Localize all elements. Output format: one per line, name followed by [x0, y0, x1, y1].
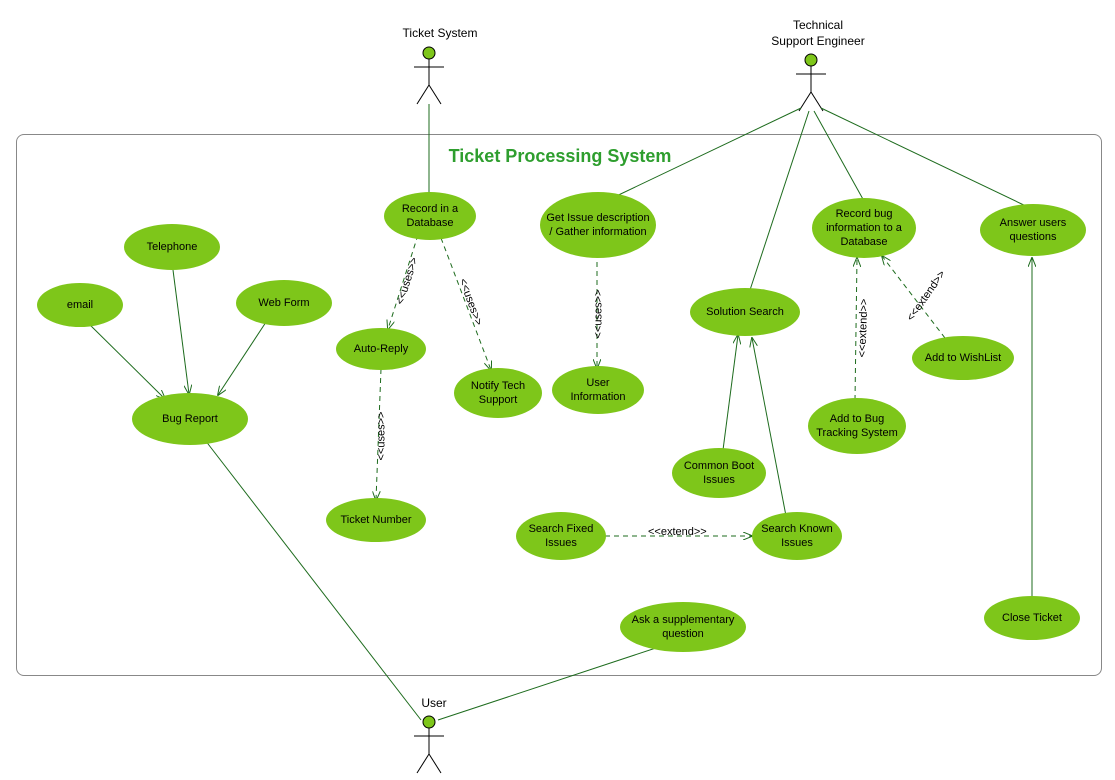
actor-ticket-system-icon	[414, 47, 444, 104]
use-case-common-boot: Common Boot Issues	[672, 448, 766, 498]
use-case-ticket-number: Ticket Number	[326, 498, 426, 542]
use-case-close-ticket: Close Ticket	[984, 596, 1080, 640]
actor-support-engineer-icon	[796, 54, 826, 111]
actor-support-line1: Technical	[793, 18, 843, 32]
use-case-add-wishlist: Add to WishList	[912, 336, 1014, 380]
actor-support-engineer-label: Technical Support Engineer	[758, 18, 878, 49]
label-extend-1: <<extend>>	[648, 526, 707, 538]
actor-user-label: User	[404, 696, 464, 712]
use-case-telephone: Telephone	[124, 224, 220, 270]
use-case-record-db: Record in a Database	[384, 192, 476, 240]
actor-user-icon	[414, 716, 444, 773]
use-case-solution-search: Solution Search	[690, 288, 800, 336]
use-case-auto-reply: Auto-Reply	[336, 328, 426, 370]
use-case-search-known: Search Known Issues	[752, 512, 842, 560]
use-case-user-info: User Information	[552, 366, 644, 414]
use-case-add-bug-tracking: Add to Bug Tracking System	[808, 398, 906, 454]
label-uses-4: <<uses>>	[592, 290, 604, 339]
use-case-search-fixed: Search Fixed Issues	[516, 512, 606, 560]
use-case-record-bug: Record bug information to a Database	[812, 198, 916, 258]
use-case-answer-users: Answer users questions	[980, 204, 1086, 256]
use-case-diagram: Ticket Processing System Ticket System T…	[0, 0, 1115, 780]
label-uses-3: <<uses>>	[375, 412, 387, 461]
system-title: Ticket Processing System	[430, 146, 690, 167]
use-case-bug-report: Bug Report	[132, 393, 248, 445]
use-case-email: email	[37, 283, 123, 327]
actor-ticket-system-label: Ticket System	[390, 26, 490, 42]
use-case-ask-supplementary: Ask a supplementary question	[620, 602, 746, 652]
use-case-get-issue: Get Issue description / Gather informati…	[540, 192, 656, 258]
use-case-notify-tech: Notify Tech Support	[454, 368, 542, 418]
actor-support-line2: Support Engineer	[771, 34, 864, 48]
use-case-web-form: Web Form	[236, 280, 332, 326]
label-extend-2: <<extend>>	[856, 298, 870, 357]
